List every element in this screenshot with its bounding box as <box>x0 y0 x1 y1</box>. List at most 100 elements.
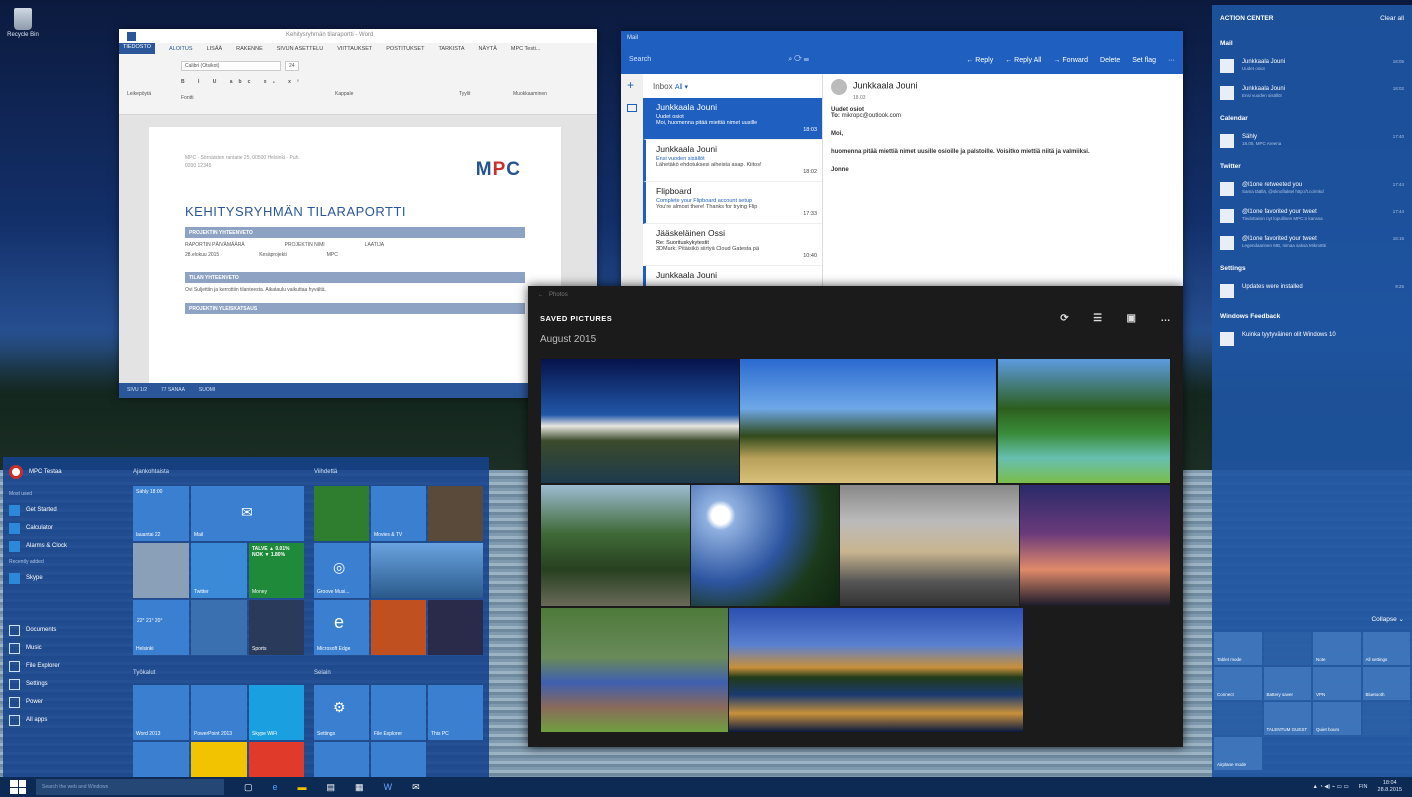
document-page[interactable]: MPC · Sörnäisten rantatie 25, 00500 Hels… <box>149 127 561 383</box>
notification[interactable]: Kuinka tyytyväinen olit Windows 10 <box>1212 326 1412 353</box>
start-menu[interactable]: MPC Testaa Most used Get Started Calcula… <box>3 457 489 780</box>
start-item-all-apps[interactable]: All apps <box>9 711 115 729</box>
quick-airplane-mode[interactable]: Airplane mode <box>1214 737 1262 770</box>
notification[interactable]: Updates were installed 9:25 <box>1212 278 1412 305</box>
quick-bluetooth[interactable]: Bluetooth <box>1362 667 1410 700</box>
start-user[interactable]: MPC Testaa <box>9 465 115 479</box>
photo-mountain-lake[interactable] <box>729 608 1023 732</box>
tile-skype[interactable] <box>133 742 189 780</box>
quick-empty[interactable] <box>1362 702 1410 735</box>
tile-people[interactable] <box>314 742 369 780</box>
tile-sports[interactable]: Sports <box>249 600 304 655</box>
tile-money[interactable]: TALVE ▲ 0.01% NOK ▼ 1.80% Money <box>249 543 304 598</box>
folder-icon[interactable]: ▬ <box>298 782 307 793</box>
list-item[interactable]: Junkkaala Jouni Uudet osiot Moi, huomenna … <box>643 98 822 140</box>
quick-connect[interactable]: Connect <box>1214 667 1262 700</box>
tile-news[interactable] <box>191 600 247 655</box>
editing-group[interactable]: Muokkaaminen <box>513 61 563 110</box>
start-item-skype[interactable]: Skype <box>9 569 115 587</box>
paragraph-group[interactable]: Kappale <box>335 61 445 110</box>
word-icon[interactable]: W <box>384 782 393 793</box>
notification[interactable]: @l1one favorited your tweet Tiedottaisin … <box>1212 203 1412 230</box>
word-count[interactable]: 77 SANAA <box>161 387 185 394</box>
task-view-icon[interactable]: ▢ <box>244 782 253 793</box>
start-item-file-explorer[interactable]: File Explorer <box>9 657 115 675</box>
photo-forest-lake[interactable] <box>541 485 690 606</box>
inbox-filter[interactable]: All ▾ <box>675 84 688 91</box>
photo-mount-hood[interactable] <box>541 359 739 483</box>
tile-file-explorer[interactable]: File Explorer <box>371 685 426 740</box>
photo-sun-forest[interactable] <box>691 485 839 606</box>
language[interactable]: SUOMI <box>199 387 215 394</box>
tile-mail[interactable]: ✉ Mail <box>191 486 304 541</box>
action-center[interactable]: ACTION CENTER Clear all Mail Junkkaala Jo… <box>1212 5 1412 777</box>
clear-all-button[interactable]: Clear all <box>1380 15 1404 22</box>
reply-all-button[interactable]: ← Reply All <box>1005 57 1041 64</box>
photos-window[interactable]: ← Photos SAVED PICTURES ⟳ ☰ ▣ … August 2015 <box>528 286 1183 747</box>
tile-skype-wifi[interactable]: Skype WiFi <box>249 685 304 740</box>
store-icon[interactable]: ▤ <box>327 782 336 793</box>
more-icon[interactable]: ··· <box>1168 57 1175 64</box>
tile-music-video[interactable] <box>428 600 483 655</box>
font-group[interactable]: Calibri (Otsikot) 24 B I U abc x₂ x² Font… <box>181 61 321 110</box>
tray-icons[interactable]: ▲ ◔ ◀) ⌁ ▭ ▭ <box>1312 784 1348 790</box>
tab-layout[interactable]: SIVUN ASETTELU <box>277 46 323 54</box>
notification[interactable]: Sähly 18.00, MPC Areena 17:40 <box>1212 128 1412 155</box>
start-item-calculator[interactable]: Calculator <box>9 519 115 537</box>
start-item-music[interactable]: Music <box>9 639 115 657</box>
recycle-bin-icon[interactable]: Recycle Bin <box>6 8 40 38</box>
tile-settings[interactable]: ⚙ Settings <box>314 685 369 740</box>
quick-quiet-hours[interactable]: Quiet hours <box>1313 702 1361 735</box>
clock[interactable]: 18:04 28.8.2015 <box>1378 780 1402 793</box>
tile-weather[interactable]: 22° 21° 20° Helsinki <box>133 600 189 655</box>
tile-photo-2[interactable] <box>428 486 483 541</box>
tile-paint[interactable] <box>191 742 247 780</box>
tile-flipboard[interactable] <box>249 742 304 780</box>
photos-icon[interactable]: ▦ <box>355 782 364 793</box>
quick-vpn[interactable]: VPN <box>1313 667 1361 700</box>
tile-calendar[interactable]: Sähly 18:00 lauantai 22 <box>133 486 189 541</box>
edge-icon[interactable]: e <box>273 782 278 793</box>
tile-search[interactable] <box>371 742 426 780</box>
start-item-settings[interactable]: Settings <box>9 675 115 693</box>
slideshow-icon[interactable]: ▣ <box>1127 313 1137 324</box>
mail-search[interactable]: Search ⌕ ⟳ ☰ <box>629 56 809 64</box>
photo-field[interactable] <box>740 359 996 483</box>
start-item-power[interactable]: Power <box>9 693 115 711</box>
start-item-documents[interactable]: Documents <box>9 621 115 639</box>
list-item[interactable]: Junkkaala Jouni Ensi vuoden sisällöt Lähet… <box>643 140 822 182</box>
font-name-select[interactable]: Calibri (Otsikot) <box>181 61 281 71</box>
tile-twitter[interactable]: Twitter <box>191 543 247 598</box>
tile-this-pc[interactable]: This PC <box>428 685 483 740</box>
photo-sunset-station[interactable] <box>1020 485 1170 606</box>
tab-insert[interactable]: LISÄÄ <box>207 46 223 54</box>
start-button[interactable] <box>10 780 26 794</box>
tab-design[interactable]: RAKENNE <box>236 46 263 54</box>
collapse-button[interactable]: Collapse ⌄ <box>1371 615 1404 623</box>
search-icon[interactable]: ⌕ ⟳ ☰ <box>788 56 809 64</box>
styles-group[interactable]: Tyylit <box>459 61 499 110</box>
photo-building[interactable] <box>840 485 1019 606</box>
notification[interactable]: @l1one retweeted you Sama täällä, @sknofl… <box>1212 176 1412 203</box>
quick-tablet-mode[interactable]: Tablet mode <box>1214 632 1262 665</box>
list-item[interactable]: Jääskeläinen Ossi Re: Suorituskykytestit 3… <box>643 224 822 266</box>
tile-word[interactable]: Word 2013 <box>133 685 189 740</box>
reply-button[interactable]: ← Reply <box>966 57 993 64</box>
notification[interactable]: @l1one favorited your tweet Legendaarinen… <box>1212 230 1412 257</box>
photo-palm-river[interactable] <box>998 359 1170 483</box>
page-count[interactable]: SIVU 1/2 <box>127 387 147 394</box>
tile-photos[interactable] <box>371 543 483 598</box>
tab-file[interactable]: TIEDOSTO <box>119 43 156 54</box>
font-size-select[interactable]: 24 <box>285 61 299 71</box>
tab-view[interactable]: NÄYTÄ <box>479 46 497 54</box>
quick-all-settings[interactable]: All settings <box>1362 632 1410 665</box>
language-indicator[interactable]: FIN <box>1359 784 1368 790</box>
tile-edge[interactable]: e Microsoft Edge <box>314 600 369 655</box>
quick-empty[interactable] <box>1214 702 1262 735</box>
quick-wifi[interactable]: TALENTUM GUEST <box>1263 702 1311 735</box>
tab-home[interactable]: ALOITUS <box>169 46 193 54</box>
taskbar-search[interactable]: Search the web and Windows <box>36 779 224 795</box>
reading-pane[interactable]: Junkkaala Jouni 18.03 Uudet osiot To: mi… <box>831 79 1171 173</box>
tile-food[interactable] <box>371 600 426 655</box>
forward-button[interactable]: → Forward <box>1053 57 1088 64</box>
